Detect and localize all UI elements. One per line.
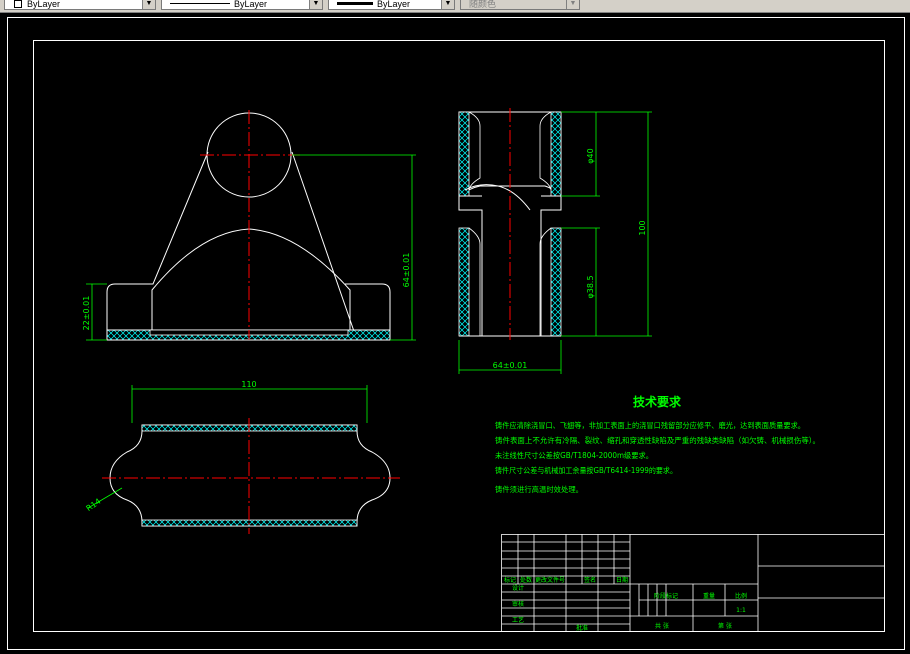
bottom-view: 110 R14 bbox=[85, 380, 400, 534]
tb-weight: 重量 bbox=[703, 592, 715, 600]
tb-process: 工艺 bbox=[512, 616, 524, 624]
chevron-down-icon[interactable]: ▼ bbox=[566, 0, 579, 9]
side-top-hatch-left bbox=[458, 111, 470, 197]
drawing-canvas[interactable]: 64±0.01 22±0.01 φ40 φ38.5 100 64±0.01 11… bbox=[0, 12, 910, 654]
lineweight-preview bbox=[337, 2, 373, 5]
chevron-down-icon[interactable]: ▼ bbox=[309, 0, 322, 9]
tb-scale-label: 比例 bbox=[735, 592, 747, 600]
lineweight-value: ByLayer bbox=[377, 0, 411, 9]
dim-bottom-radius: R14 bbox=[85, 497, 103, 513]
bottom-outline bbox=[109, 424, 391, 527]
inner-arch bbox=[151, 228, 351, 333]
dim-base-height: 22±0.01 bbox=[82, 296, 91, 331]
tb-sheets-total: 共 张 bbox=[655, 622, 669, 630]
linetype-preview bbox=[170, 3, 230, 4]
dim-side-lower: φ38.5 bbox=[586, 275, 595, 298]
tb-approve: 批准 bbox=[576, 624, 588, 632]
chevron-down-icon[interactable]: ▼ bbox=[142, 0, 155, 9]
tb-stage-mark: 阶段标记 bbox=[654, 592, 678, 600]
color-dropdown[interactable]: ByLayer ▼ bbox=[4, 0, 156, 10]
plotstyle-dropdown[interactable]: 随颜色 ▼ bbox=[460, 0, 580, 10]
side-break-line bbox=[464, 184, 531, 211]
tb-date: 日期 bbox=[616, 576, 628, 584]
plotstyle-value: 随颜色 bbox=[469, 0, 497, 9]
tb-review: 审核 bbox=[512, 600, 524, 608]
tb-docno: 更改文件号 bbox=[535, 576, 565, 584]
note-line: 铸件应清除浇冒口、飞翅等，非加工表面上的浇冒口残留部分应修平、磨光，达到表面质量… bbox=[495, 420, 805, 430]
note-line: 铸件尺寸公差与机械加工余量按GB/T6414-1999的要求。 bbox=[495, 465, 677, 475]
tb-scale-value: 1:1 bbox=[736, 607, 746, 614]
side-lower-hatch-right bbox=[550, 227, 562, 337]
dim-bottom-width: 110 bbox=[241, 380, 256, 389]
dim-side-total: 100 bbox=[638, 220, 647, 235]
side-top-hatch-right bbox=[550, 111, 562, 197]
chevron-down-icon[interactable]: ▼ bbox=[441, 0, 454, 9]
lineweight-dropdown[interactable]: ByLayer ▼ bbox=[328, 0, 455, 10]
front-view: 64±0.01 22±0.01 bbox=[82, 110, 416, 341]
side-view: φ40 φ38.5 100 64±0.01 bbox=[458, 108, 652, 374]
linetype-dropdown[interactable]: ByLayer ▼ bbox=[161, 0, 323, 10]
note-line: 未注线性尺寸公差按GB/T1804-2000m级要求。 bbox=[495, 450, 653, 460]
color-swatch bbox=[14, 0, 22, 8]
notes-title: 技术要求 bbox=[633, 394, 682, 409]
tb-count: 处数 bbox=[520, 576, 532, 584]
technical-notes: 技术要求 铸件应清除浇冒口、飞翅等，非加工表面上的浇冒口残留部分应修平、磨光，达… bbox=[495, 394, 820, 494]
tb-sheet-no: 第 张 bbox=[718, 622, 732, 630]
linetype-value: ByLayer bbox=[234, 0, 268, 9]
dim-side-width: 64±0.01 bbox=[493, 361, 528, 370]
tb-signature: 签名 bbox=[584, 576, 596, 584]
side-lower-hatch-left bbox=[458, 227, 470, 337]
dim-side-top: φ40 bbox=[586, 148, 595, 163]
dim-height-front: 64±0.01 bbox=[402, 253, 411, 288]
color-value: ByLayer bbox=[27, 0, 61, 9]
tb-mark: 标记 bbox=[504, 576, 516, 584]
tb-design: 设计 bbox=[512, 584, 524, 592]
note-line: 铸件须进行高温时效处理。 bbox=[495, 484, 583, 494]
note-line: 铸件表面上不允许有冷隔、裂纹、缩孔和穿透性缺陷及严重的残缺类缺陷（如欠铸、机械损… bbox=[495, 435, 820, 445]
